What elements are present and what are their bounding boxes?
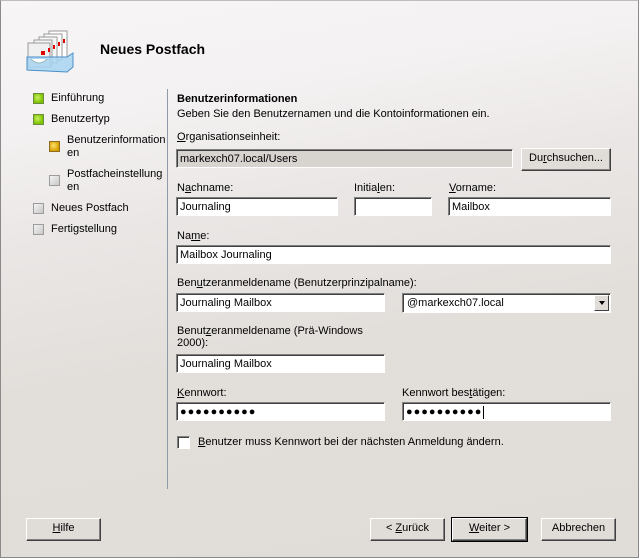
text-caret <box>483 405 485 419</box>
step-complete-icon <box>33 114 44 125</box>
step-label: Neues Postfach <box>51 202 129 214</box>
vertical-divider <box>167 89 168 489</box>
step-pending-icon <box>49 175 60 186</box>
upn-field[interactable]: Journaling Mailbox <box>176 293 385 312</box>
step-pending-icon <box>33 203 44 214</box>
mailbox-tray-icon <box>26 30 74 73</box>
step-label: Fertigstellung <box>51 223 118 235</box>
lastname-label: Nachname: <box>177 182 234 194</box>
section-description: Geben Sie den Benutzernamen und die Kont… <box>177 108 490 120</box>
pre2000-label: Benutzeranmeldename (Prä-Windows 2000): <box>177 325 363 349</box>
step-benutzerinformationen: Benutzerinformation en <box>49 134 165 160</box>
org-unit-field[interactable]: markexch07.local/Users <box>176 149 513 168</box>
step-label: Einführung <box>51 92 105 104</box>
lastname-field[interactable]: Journaling <box>176 197 338 216</box>
step-pending-icon <box>33 224 44 235</box>
step-einfuehrung: Einführung <box>33 92 104 105</box>
name-field[interactable]: Mailbox Journaling <box>176 245 611 264</box>
must-change-password-label[interactable]: Benutzer muss Kennwort bei der nächsten … <box>198 436 504 448</box>
step-label: Benutzertyp <box>51 113 110 125</box>
step-neues-postfach: Neues Postfach <box>33 202 129 215</box>
section-title: Benutzerinformationen <box>177 93 298 105</box>
step-label: Postfacheinstellung en <box>67 168 163 193</box>
step-fertigstellung: Fertigstellung <box>33 223 117 236</box>
org-unit-label: Organisationseinheit: <box>177 131 281 143</box>
name-label: Name: <box>177 230 210 242</box>
pre2000-field[interactable]: Journaling Mailbox <box>176 354 385 373</box>
page-title: Neues Postfach <box>100 41 206 57</box>
upn-label: Benutzeranmeldename (Benutzerprinzipalna… <box>177 277 417 289</box>
must-change-password-checkbox[interactable] <box>177 436 190 449</box>
step-label: Benutzerinformation en <box>67 134 166 159</box>
initials-label: Initialen: <box>354 182 395 194</box>
step-postfacheinstellungen: Postfacheinstellung en <box>49 168 162 194</box>
help-button[interactable]: Hilfe <box>26 518 101 541</box>
password-field[interactable]: ●●●●●●●●●● <box>176 402 385 421</box>
back-button[interactable]: < Zurück <box>370 518 445 541</box>
initials-field[interactable] <box>354 197 432 216</box>
upn-domain-dropdown[interactable]: @markexch07.local <box>402 293 611 313</box>
cancel-button[interactable]: Abbrechen <box>541 518 616 541</box>
upn-domain-value: @markexch07.local <box>407 297 504 309</box>
step-current-icon <box>49 141 60 152</box>
step-complete-icon <box>33 93 44 104</box>
step-benutzertyp: Benutzertyp <box>33 113 110 126</box>
wizard-window: Neues Postfach Einführung Benutzertyp Be… <box>0 0 639 558</box>
next-button[interactable]: Weiter > <box>451 517 528 542</box>
password-confirm-field[interactable]: ●●●●●●●●●● <box>402 402 611 421</box>
firstname-field[interactable]: Mailbox <box>448 197 611 216</box>
browse-button[interactable]: Durchsuchen... <box>521 148 611 171</box>
chevron-down-icon[interactable] <box>594 295 609 311</box>
password-label: Kennwort: <box>177 387 227 399</box>
password-confirm-label: Kennwort bestätigen: <box>402 387 506 399</box>
firstname-label: Vorname: <box>449 182 497 194</box>
